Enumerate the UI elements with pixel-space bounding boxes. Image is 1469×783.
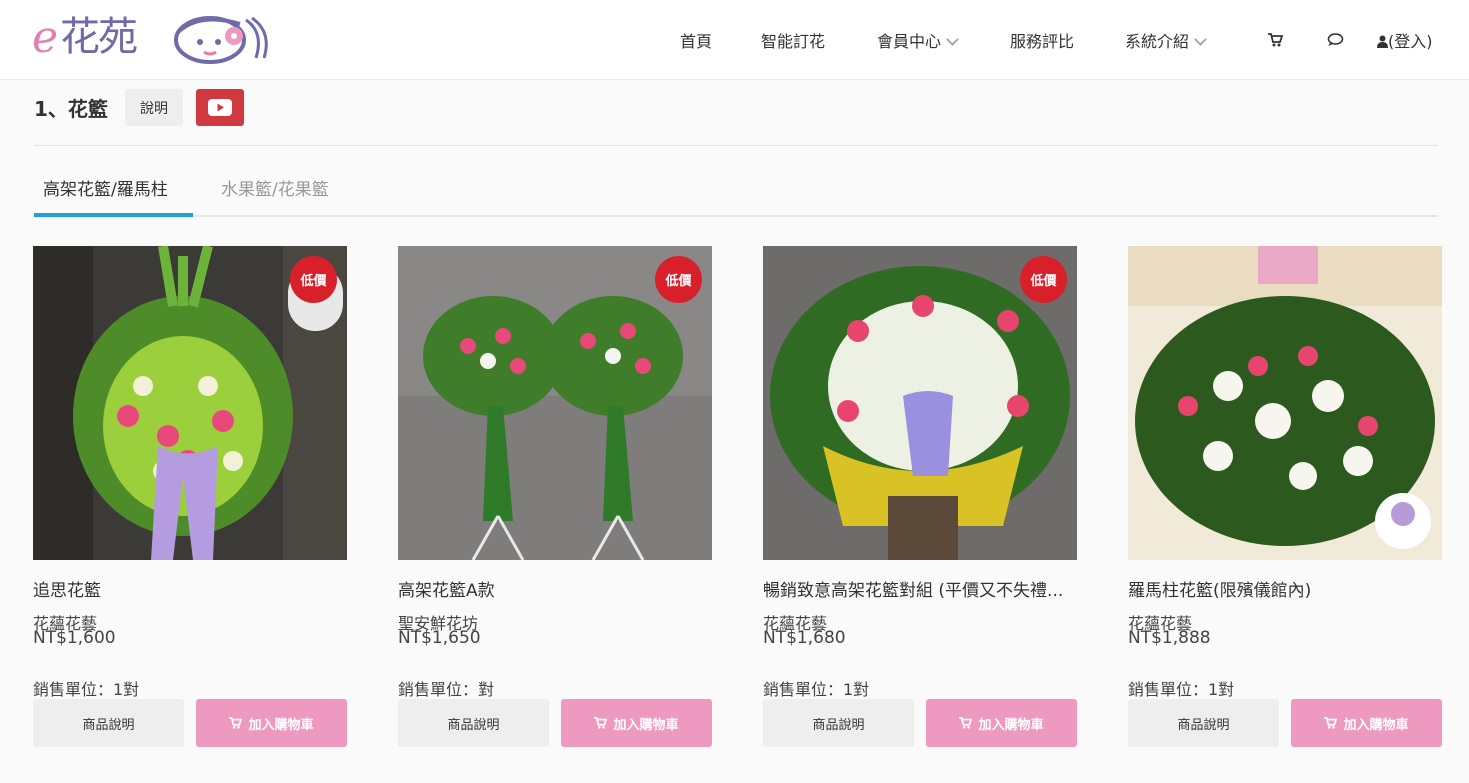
add-to-cart-label: 加入購物車 — [613, 717, 679, 733]
product-image[interactable]: 低價 — [33, 246, 347, 560]
add-to-cart-button[interactable]: 加入購物車 — [561, 699, 712, 747]
nav-login-label: (登入) — [1388, 32, 1433, 51]
section-divider — [34, 145, 1438, 146]
shopping-cart-icon — [1324, 717, 1338, 729]
product-sales-unit: 銷售單位：對 — [398, 680, 495, 699]
product-card: 羅馬柱花籃(限殯儀館內) 花蘊花藝 NT$1,888 銷售單位：1對 商品說明 … — [1128, 246, 1442, 756]
chat-bubble-icon[interactable] — [1327, 33, 1344, 47]
product-image[interactable]: 低價 — [763, 246, 1077, 560]
roman-column-basket-photo — [1128, 246, 1442, 560]
product-description-button[interactable]: 商品說明 — [1128, 699, 1279, 747]
nav-smart-order[interactable]: 智能訂花 — [761, 28, 825, 52]
logo-e: e — [32, 12, 59, 63]
section-description-button[interactable]: 說明 — [125, 89, 183, 126]
section-title: 1、花籃 — [34, 97, 108, 121]
product-sales-unit: 銷售單位：1對 — [763, 680, 870, 699]
tab-active-underline — [34, 213, 193, 217]
product-price: NT$1,650 — [398, 628, 481, 648]
user-icon — [1377, 35, 1388, 48]
product-image[interactable]: 低價 — [398, 246, 712, 560]
youtube-video-button[interactable] — [196, 89, 244, 126]
shopping-cart-icon[interactable] — [1268, 33, 1283, 47]
product-price: NT$1,888 — [1128, 628, 1211, 648]
add-to-cart-button[interactable]: 加入購物車 — [1291, 699, 1442, 747]
add-to-cart-button[interactable]: 加入購物車 — [926, 699, 1077, 747]
logo-face-icon — [174, 16, 268, 64]
tab-tall-basket[interactable]: 高架花籃/羅馬柱 — [43, 175, 168, 200]
product-card: 低價 追思花籃 花蘊花藝 NT$1,600 銷售單位：1對 商品說明 加入購物車 — [33, 246, 347, 756]
nav-member-center[interactable]: 會員中心 — [877, 28, 959, 52]
add-to-cart-label: 加入購物車 — [978, 717, 1044, 733]
shopping-cart-icon — [229, 717, 243, 729]
chevron-down-icon — [1194, 33, 1207, 46]
product-card: 低價 暢銷致意高架花籃對組 (平價又不失禮... 花蘊花藝 NT$1,680 銷… — [763, 246, 1077, 756]
nav-home[interactable]: 首頁 — [680, 28, 712, 52]
tab-fruit-basket[interactable]: 水果籃/花果籃 — [221, 175, 329, 200]
youtube-play-icon — [208, 99, 232, 116]
nav-system-intro-label: 系統介紹 — [1125, 32, 1190, 51]
nav-system-intro[interactable]: 系統介紹 — [1125, 28, 1207, 52]
low-price-badge: 低價 — [1020, 256, 1067, 303]
product-price: NT$1,600 — [33, 628, 116, 648]
add-to-cart-label: 加入購物車 — [248, 717, 314, 733]
product-name[interactable]: 暢銷致意高架花籃對組 (平價又不失禮... — [763, 576, 1077, 601]
shopping-cart-icon — [594, 717, 608, 729]
product-price: NT$1,680 — [763, 628, 846, 648]
nav-service-compare[interactable]: 服務評比 — [1010, 28, 1074, 52]
low-price-badge: 低價 — [655, 256, 702, 303]
add-to-cart-button[interactable]: 加入購物車 — [196, 699, 347, 747]
nav-login[interactable]: (登入) — [1377, 28, 1433, 52]
chevron-down-icon — [946, 33, 959, 46]
site-logo[interactable]: e 花苑 — [30, 10, 275, 68]
product-card: 低價 高架花籃A款 聖安鮮花坊 NT$1,650 銷售單位：對 商品說明 加入購… — [398, 246, 712, 756]
product-description-button[interactable]: 商品說明 — [398, 699, 549, 747]
product-description-button[interactable]: 商品說明 — [33, 699, 184, 747]
nav-member-center-label: 會員中心 — [877, 32, 942, 51]
add-to-cart-label: 加入購物車 — [1343, 717, 1409, 733]
product-sales-unit: 銷售單位：1對 — [33, 680, 140, 699]
product-name[interactable]: 高架花籃A款 — [398, 576, 712, 601]
product-name[interactable]: 羅馬柱花籃(限殯儀館內) — [1128, 576, 1442, 601]
product-name[interactable]: 追思花籃 — [33, 576, 347, 601]
tab-rule — [34, 215, 1438, 217]
site-header: e 花苑 首頁 智能訂花 會員中心 服務評比 系統介紹 (登入) — [0, 0, 1469, 80]
product-description-button[interactable]: 商品說明 — [763, 699, 914, 747]
product-sales-unit: 銷售單位：1對 — [1128, 680, 1235, 699]
product-image[interactable] — [1128, 246, 1442, 560]
low-price-badge: 低價 — [290, 256, 337, 303]
shopping-cart-icon — [959, 717, 973, 729]
logo-text: 花苑 — [60, 14, 138, 60]
